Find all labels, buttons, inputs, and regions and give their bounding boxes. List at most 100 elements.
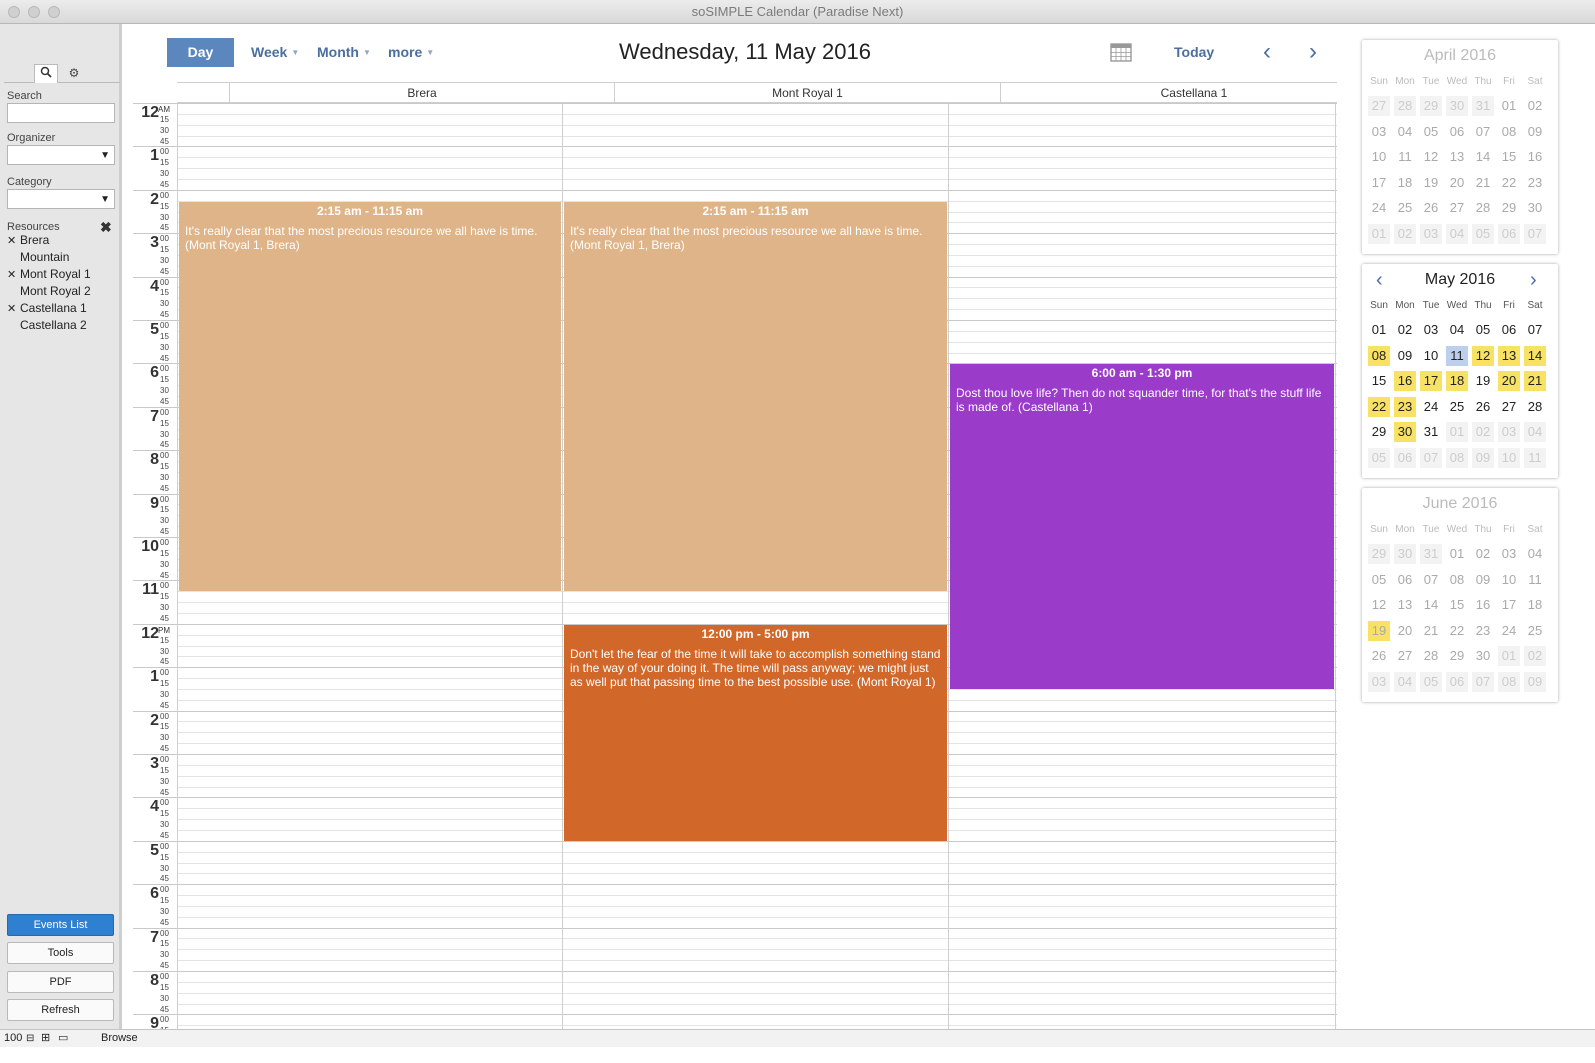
mini-calendar-day[interactable]: 02 (1394, 224, 1416, 244)
mini-calendar-day[interactable]: 07 (1420, 570, 1442, 590)
mini-calendar-day[interactable]: 10 (1368, 147, 1390, 167)
mini-calendar-day[interactable]: 10 (1498, 448, 1520, 468)
calendar-picker-icon[interactable] (1110, 42, 1132, 67)
search-input[interactable] (7, 103, 115, 123)
mini-calendar-day[interactable]: 12 (1472, 345, 1494, 366)
calendar-event[interactable]: 2:15 am - 11:15 am It's really clear that… (564, 201, 947, 592)
mini-calendar-day[interactable]: 25 (1446, 397, 1468, 417)
mini-calendar-day[interactable]: 21 (1420, 621, 1442, 641)
mini-calendar-day[interactable]: 30 (1394, 544, 1416, 564)
mini-calendar-day[interactable]: 10 (1498, 570, 1520, 590)
resource-item[interactable]: Castellana 2 (7, 317, 117, 334)
mini-calendar-day[interactable]: 23 (1394, 396, 1416, 417)
mini-calendar-day[interactable]: 29 (1420, 96, 1442, 116)
mini-calendar-day[interactable]: 06 (1498, 224, 1520, 244)
mini-calendar-day[interactable]: 02 (1524, 646, 1546, 667)
calendar-event[interactable]: 6:00 am - 1:30 pm Dost thou love life? Th… (950, 364, 1334, 689)
mini-calendar-day[interactable]: 09 (1524, 672, 1546, 692)
mini-calendar-day[interactable]: 29 (1446, 646, 1468, 666)
month-view-button[interactable]: Month ▼ (317, 44, 371, 60)
previous-day-button[interactable]: ‹ (1263, 38, 1271, 66)
mini-calendar-day[interactable]: 18 (1524, 595, 1546, 615)
zoom-level[interactable]: 100 (4, 1030, 22, 1047)
mini-calendar-day[interactable]: 22 (1498, 173, 1520, 193)
mini-calendar-day[interactable]: 22 (1446, 621, 1468, 641)
mini-calendar-day[interactable]: 13 (1394, 595, 1416, 615)
mini-calendar-day[interactable]: 01 (1368, 224, 1390, 244)
mini-calendar-day[interactable]: 08 (1446, 570, 1468, 590)
mini-calendar-day[interactable]: 30 (1472, 646, 1494, 666)
mini-calendar-day[interactable]: 17 (1498, 595, 1520, 615)
mini-calendar-day[interactable]: 19 (1472, 371, 1494, 391)
mini-calendar-day[interactable]: 05 (1420, 672, 1442, 692)
category-select[interactable]: ▼ (7, 189, 115, 209)
mini-calendar-day[interactable]: 26 (1472, 397, 1494, 417)
mini-calendar-day[interactable]: 30 (1524, 198, 1546, 218)
mini-calendar-day[interactable]: 05 (1368, 448, 1390, 468)
settings-tab[interactable]: ⚙ (62, 64, 86, 83)
refresh-button[interactable]: Refresh (7, 999, 114, 1021)
mini-calendar-day[interactable]: 18 (1446, 371, 1468, 392)
mini-calendar-day[interactable]: 07 (1472, 672, 1494, 692)
more-button[interactable]: more ▼ (388, 44, 434, 60)
resource-item[interactable]: ✕ Mont Royal 1 (7, 266, 117, 283)
mini-calendar-day[interactable]: 28 (1524, 397, 1546, 417)
mini-calendar-day[interactable]: 09 (1472, 448, 1494, 468)
mini-calendar-day[interactable]: 20 (1446, 173, 1468, 193)
mini-calendar-day[interactable]: 14 (1472, 147, 1494, 167)
calendar-event[interactable]: 12:00 pm - 5:00 pm Don't let the fear of … (564, 624, 947, 841)
close-window-button[interactable] (8, 6, 20, 18)
mini-calendar-day[interactable]: 16 (1524, 147, 1546, 167)
mini-calendar-day[interactable]: 05 (1472, 320, 1494, 340)
mini-calendar-day[interactable]: 26 (1368, 646, 1390, 666)
mini-calendar-day[interactable]: 15 (1446, 595, 1468, 615)
mini-calendar-day[interactable]: 23 (1524, 173, 1546, 193)
mini-calendar-day[interactable]: 07 (1524, 224, 1546, 244)
mini-calendar-day[interactable]: 12 (1368, 595, 1390, 615)
week-view-button[interactable]: Week ▼ (251, 44, 299, 60)
toolbar-toggle-icon[interactable]: ▭ (58, 1030, 68, 1047)
mini-calendar-day[interactable]: 07 (1420, 448, 1442, 468)
resource-item[interactable]: ✕ Brera (7, 232, 117, 249)
mini-calendar-day[interactable]: 06 (1498, 320, 1520, 340)
mini-calendar-day[interactable]: 06 (1446, 122, 1468, 142)
mini-calendar-day[interactable]: 12 (1420, 147, 1442, 167)
mini-calendar-day[interactable]: 26 (1420, 198, 1442, 218)
mini-calendar-day[interactable]: 15 (1368, 371, 1390, 391)
mini-calendar-day[interactable]: 08 (1446, 448, 1468, 468)
mini-calendar-day[interactable]: 16 (1394, 371, 1416, 392)
mini-calendar-day[interactable]: 02 (1524, 96, 1546, 116)
mini-calendar-day[interactable]: 16 (1472, 595, 1494, 615)
mini-calendar-day[interactable]: 24 (1420, 397, 1442, 417)
mini-calendar-day[interactable]: 01 (1368, 320, 1390, 340)
tools-button[interactable]: Tools (7, 942, 114, 964)
mini-calendar-day[interactable]: 04 (1394, 672, 1416, 692)
day-view-button[interactable]: Day (167, 38, 234, 67)
mini-calendar-day[interactable]: 20 (1394, 621, 1416, 641)
mini-calendar-next-button[interactable]: › (1530, 269, 1537, 292)
mini-calendar-prev-button[interactable]: ‹ (1376, 269, 1383, 292)
organizer-select[interactable]: ▼ (7, 145, 115, 165)
mini-calendar-day[interactable]: 20 (1498, 371, 1520, 392)
mini-calendar-day[interactable]: 08 (1498, 672, 1520, 692)
mini-calendar-day[interactable]: 02 (1472, 422, 1494, 443)
mini-calendar-day[interactable]: 11 (1524, 448, 1546, 468)
mini-calendar-day[interactable]: 18 (1394, 173, 1416, 193)
mini-calendar-day[interactable]: 08 (1368, 345, 1390, 366)
mini-calendar-day[interactable]: 14 (1524, 345, 1546, 366)
mini-calendar-day[interactable]: 27 (1446, 198, 1468, 218)
mini-calendar-day[interactable]: 11 (1524, 570, 1546, 590)
today-button[interactable]: Today (1174, 44, 1214, 60)
mini-calendar-day[interactable]: 21 (1524, 371, 1546, 392)
mini-calendar-day[interactable]: 03 (1420, 320, 1442, 340)
mini-calendar-day[interactable]: 17 (1420, 371, 1442, 392)
events-list-button[interactable]: Events List (7, 914, 114, 936)
mini-calendar-day[interactable]: 21 (1472, 173, 1494, 193)
resource-item[interactable]: ✕ Castellana 1 (7, 300, 117, 317)
resource-item[interactable]: Mountain (7, 249, 117, 266)
mini-calendar-day[interactable]: 05 (1472, 224, 1494, 244)
mini-calendar-day[interactable]: 02 (1394, 320, 1416, 340)
mini-calendar-day[interactable]: 27 (1394, 646, 1416, 666)
mini-calendar-day[interactable]: 28 (1420, 646, 1442, 666)
mini-calendar-day[interactable]: 29 (1368, 422, 1390, 442)
